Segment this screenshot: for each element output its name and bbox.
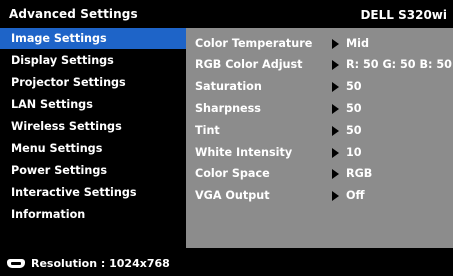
sidebar-item-power-settings[interactable]: Power Settings — [0, 160, 186, 181]
submenu-arrow-icon — [332, 104, 339, 114]
projector-model: DELL S320wi — [360, 8, 447, 22]
setting-label: RGB Color Adjust — [195, 58, 303, 71]
setting-row-saturation[interactable]: Saturation 50 — [186, 76, 453, 97]
sidebar-item-menu-settings[interactable]: Menu Settings — [0, 138, 186, 159]
setting-row-color-space[interactable]: Color Space RGB — [186, 163, 453, 184]
setting-value: Mid — [346, 37, 369, 50]
setting-value: 10 — [346, 146, 362, 159]
vga-connector-icon — [7, 259, 25, 268]
setting-value: R: 50 G: 50 B: 50 — [346, 58, 452, 71]
setting-label: Tint — [195, 124, 220, 137]
setting-value: 50 — [346, 102, 362, 115]
submenu-arrow-icon — [332, 191, 339, 201]
setting-row-sharpness[interactable]: Sharpness 50 — [186, 98, 453, 119]
setting-label: Sharpness — [195, 102, 261, 115]
setting-row-color-temperature[interactable]: Color Temperature Mid — [186, 33, 453, 54]
status-footer: Resolution : 1024x768 — [0, 248, 453, 276]
setting-value: RGB — [346, 167, 373, 180]
submenu-arrow-icon — [332, 60, 339, 70]
sidebar-item-lan-settings[interactable]: LAN Settings — [0, 94, 186, 115]
sidebar-item-image-settings[interactable]: Image Settings — [0, 28, 186, 49]
setting-row-vga-output[interactable]: VGA Output Off — [186, 185, 453, 206]
submenu-arrow-icon — [332, 169, 339, 179]
sidebar-item-interactive-settings[interactable]: Interactive Settings — [0, 182, 186, 203]
submenu-arrow-icon — [332, 82, 339, 92]
setting-label: Saturation — [195, 80, 262, 93]
setting-value: 50 — [346, 124, 362, 137]
image-settings-panel: Color Temperature Mid RGB Color Adjust R… — [186, 28, 453, 248]
sidebar-item-wireless-settings[interactable]: Wireless Settings — [0, 116, 186, 137]
submenu-arrow-icon — [332, 126, 339, 136]
setting-row-white-intensity[interactable]: White Intensity 10 — [186, 142, 453, 163]
setting-label: Color Temperature — [195, 37, 313, 50]
setting-label: VGA Output — [195, 189, 270, 202]
submenu-arrow-icon — [332, 39, 339, 49]
sidebar-item-display-settings[interactable]: Display Settings — [0, 50, 186, 71]
setting-row-rgb-color-adjust[interactable]: RGB Color Adjust R: 50 G: 50 B: 50 — [186, 54, 453, 75]
setting-label: White Intensity — [195, 146, 293, 159]
setting-row-tint[interactable]: Tint 50 — [186, 120, 453, 141]
osd-header: Advanced Settings DELL S320wi — [0, 0, 453, 28]
sidebar-item-projector-settings[interactable]: Projector Settings — [0, 72, 186, 93]
setting-value: 50 — [346, 80, 362, 93]
sidebar-item-information[interactable]: Information — [0, 204, 186, 225]
submenu-arrow-icon — [332, 148, 339, 158]
osd-menu: Advanced Settings DELL S320wi Image Sett… — [0, 0, 453, 276]
setting-label: Color Space — [195, 167, 270, 180]
menu-title: Advanced Settings — [9, 7, 138, 21]
setting-value: Off — [346, 189, 365, 202]
settings-sidebar: Image Settings Display Settings Projecto… — [0, 28, 186, 248]
resolution-status: Resolution : 1024x768 — [31, 257, 170, 270]
